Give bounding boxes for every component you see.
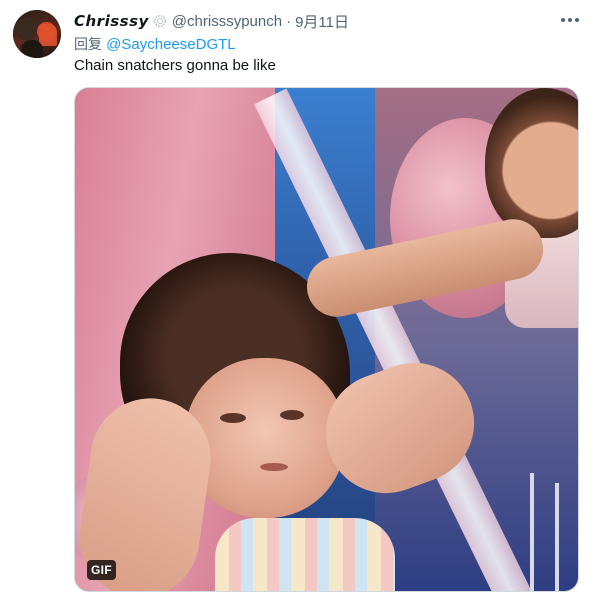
gif-figure-face <box>185 358 345 518</box>
display-name[interactable]: 𝘾𝙝𝙧𝙞𝙨𝙨𝙨𝙮 <box>74 12 149 30</box>
tweet[interactable]: 𝘾𝙝𝙧𝙞𝙨𝙨𝙨𝙮 @chrisssypunch · 9月11日 回复 @Sayc… <box>0 0 595 599</box>
more-options-button[interactable] <box>556 9 584 31</box>
gif-badge: GIF <box>87 560 116 580</box>
gif-figure-eye <box>280 410 304 420</box>
reply-prefix: 回复 <box>74 37 102 53</box>
gif-figure-shirt <box>215 518 395 591</box>
tweet-text: Chain snatchers gonna be like <box>74 57 276 74</box>
more-horizontal-icon <box>561 18 565 22</box>
more-dot <box>568 18 572 22</box>
separator-dot: · <box>286 12 292 30</box>
gif-figure-mouth <box>260 463 288 471</box>
gif-stand-bar <box>530 473 534 591</box>
user-handle[interactable]: @chrisssypunch <box>172 13 282 30</box>
avatar[interactable] <box>13 10 61 58</box>
more-dot <box>575 18 579 22</box>
sparkle-circle-icon <box>152 13 168 29</box>
gif-stand-bar <box>555 483 559 591</box>
gif-figure-eye <box>220 413 246 423</box>
tweet-header: 𝘾𝙝𝙧𝙞𝙨𝙨𝙨𝙮 @chrisssypunch · 9月11日 <box>74 11 349 31</box>
reply-context: 回复 @SaycheeseDGTL <box>74 34 236 54</box>
tweet-media-gif[interactable]: GIF <box>74 87 579 592</box>
avatar-image-detail <box>39 24 57 46</box>
avatar-image-shadow <box>21 40 43 58</box>
reply-to-link[interactable]: @SaycheeseDGTL <box>106 36 235 53</box>
tweet-date[interactable]: 9月11日 <box>295 11 349 32</box>
